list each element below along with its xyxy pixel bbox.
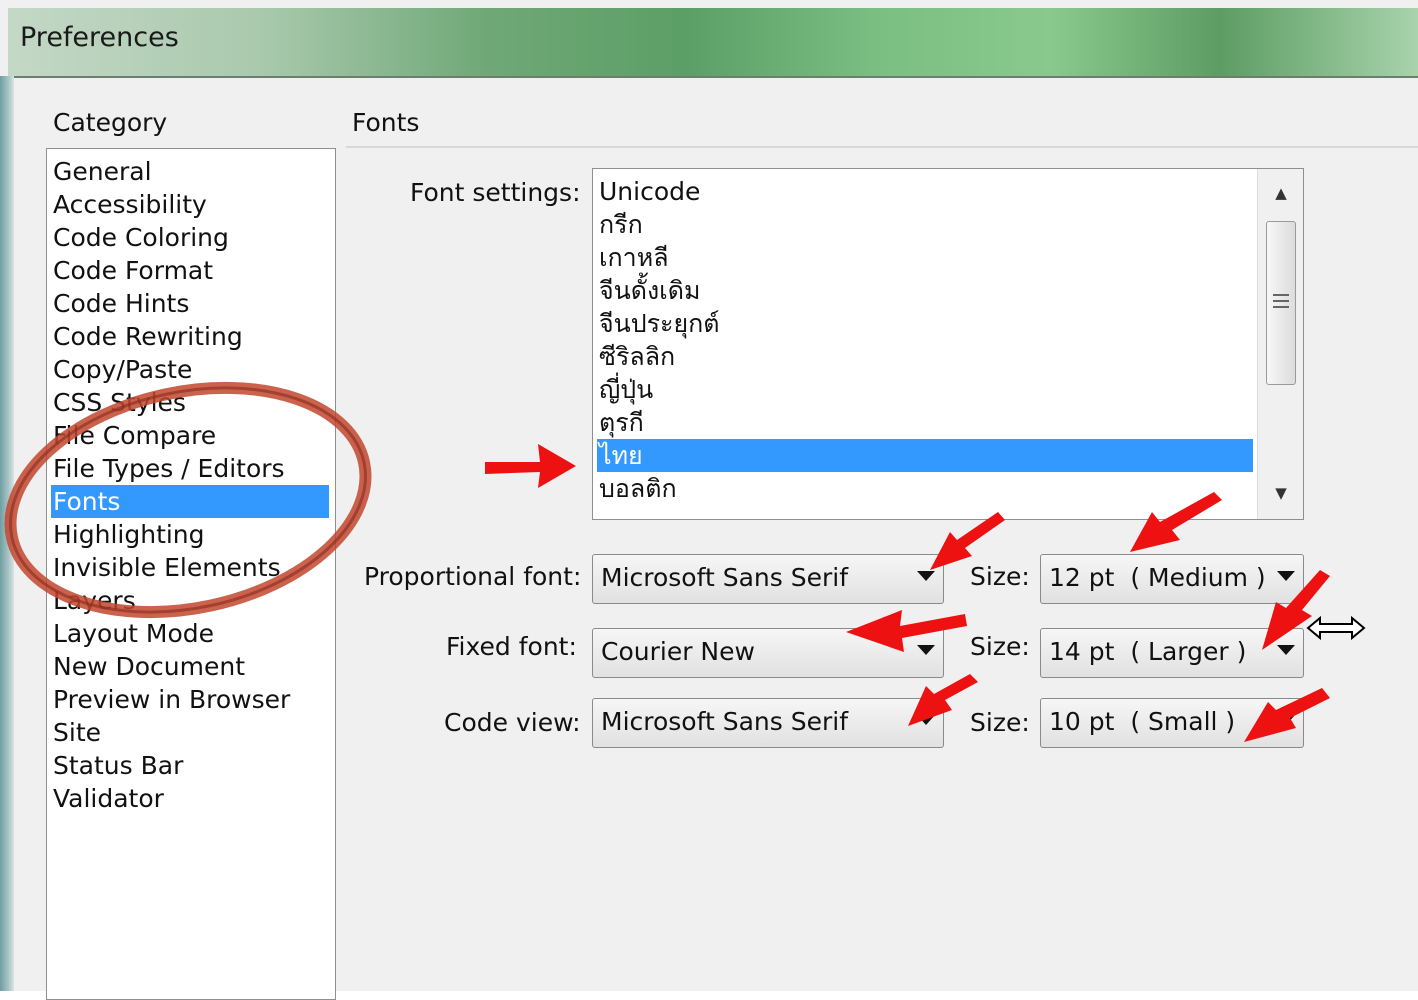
category-item-layers[interactable]: Layers — [53, 584, 136, 617]
window-border — [0, 76, 14, 991]
category-item-code-rewriting[interactable]: Code Rewriting — [53, 320, 243, 353]
category-item-new-document[interactable]: New Document — [53, 650, 245, 683]
font-setting-item[interactable]: จีนประยุกต์ — [599, 307, 719, 340]
font-setting-item[interactable]: จีนดั้งเดิม — [599, 274, 700, 307]
font-setting-item[interactable]: เกาหลี — [599, 241, 669, 274]
font-setting-item[interactable]: ญี่ปุ่น — [599, 373, 653, 406]
category-item-site[interactable]: Site — [53, 716, 101, 749]
code-view-size-select[interactable]: 10 pt ( Small ) — [1040, 698, 1304, 748]
chevron-down-icon — [917, 715, 935, 725]
grip-line — [1273, 294, 1289, 296]
category-item-layout-mode[interactable]: Layout Mode — [53, 617, 214, 650]
font-setting-item[interactable]: กรีก — [599, 208, 643, 241]
code-view-font-select[interactable]: Microsoft Sans Serif — [592, 698, 944, 748]
category-item-file-compare[interactable]: File Compare — [53, 419, 216, 452]
proportional-size-value: 12 pt ( Medium ) — [1049, 563, 1266, 592]
category-item-copy-paste[interactable]: Copy/Paste — [53, 353, 192, 386]
code-view-label: Code view: — [444, 708, 581, 737]
category-item-preview-in-browser[interactable]: Preview in Browser — [53, 683, 290, 716]
category-item-file-types-editors[interactable]: File Types / Editors — [53, 452, 285, 485]
fixed-size-value: 14 pt ( Larger ) — [1049, 637, 1247, 666]
font-setting-item[interactable]: ซีริลลิก — [599, 340, 675, 373]
fixed-font-value: Courier New — [601, 637, 755, 666]
font-setting-item-selected[interactable]: ไทย — [597, 439, 1253, 472]
scroll-up-icon[interactable]: ▲ — [1258, 173, 1303, 213]
font-setting-item[interactable]: ตุรกี — [599, 406, 644, 439]
category-item-general[interactable]: General — [53, 155, 152, 188]
category-item-status-bar[interactable]: Status Bar — [53, 749, 183, 782]
category-item-code-format[interactable]: Code Format — [53, 254, 213, 287]
category-list[interactable]: General Accessibility Code Coloring Code… — [46, 148, 336, 1000]
scroll-thumb[interactable] — [1266, 221, 1296, 385]
chevron-down-icon — [1277, 715, 1295, 725]
category-item-css-styles[interactable]: CSS Styles — [53, 386, 186, 419]
panel-divider — [346, 146, 1418, 148]
title-bar: Preferences — [8, 8, 1418, 78]
category-item-accessibility[interactable]: Accessibility — [53, 188, 207, 221]
fixed-size-select[interactable]: 14 pt ( Larger ) — [1040, 628, 1304, 678]
proportional-font-select[interactable]: Microsoft Sans Serif — [592, 554, 944, 604]
proportional-size-label: Size: — [970, 562, 1030, 591]
font-setting-item[interactable]: บอลติก — [599, 472, 677, 505]
chevron-down-icon — [917, 645, 935, 655]
chevron-down-icon — [1277, 645, 1295, 655]
fixed-font-select[interactable]: Courier New — [592, 628, 944, 678]
code-view-size-value: 10 pt ( Small ) — [1049, 707, 1236, 736]
category-item-highlighting[interactable]: Highlighting — [53, 518, 205, 551]
chevron-down-icon — [1277, 571, 1295, 581]
proportional-font-label: Proportional font: — [364, 562, 582, 591]
proportional-size-select[interactable]: 12 pt ( Medium ) — [1040, 554, 1304, 604]
code-view-font-value: Microsoft Sans Serif — [601, 707, 848, 736]
proportional-font-value: Microsoft Sans Serif — [601, 563, 848, 592]
fixed-size-label: Size: — [970, 632, 1030, 661]
window-title: Preferences — [20, 22, 179, 53]
code-view-size-label: Size: — [970, 708, 1030, 737]
category-heading: Category — [53, 108, 168, 137]
grip-line — [1273, 306, 1289, 308]
font-settings-list[interactable]: Unicode กรีก เกาหลี จีนดั้งเดิม จีนประยุ… — [592, 168, 1304, 520]
font-list-scrollbar[interactable]: ▲ ▼ — [1257, 169, 1303, 519]
category-item-code-coloring[interactable]: Code Coloring — [53, 221, 229, 254]
grip-line — [1273, 300, 1289, 302]
font-settings-label: Font settings: — [410, 178, 581, 207]
font-setting-item[interactable]: Unicode — [599, 175, 700, 208]
fixed-font-label: Fixed font: — [446, 632, 577, 661]
category-item-fonts[interactable]: Fonts — [51, 485, 329, 518]
category-item-validator[interactable]: Validator — [53, 782, 164, 815]
category-item-invisible-elements[interactable]: Invisible Elements — [53, 551, 281, 584]
chevron-down-icon — [917, 571, 935, 581]
scroll-down-icon[interactable]: ▼ — [1258, 473, 1303, 513]
panel-title: Fonts — [352, 108, 420, 137]
category-item-code-hints[interactable]: Code Hints — [53, 287, 189, 320]
